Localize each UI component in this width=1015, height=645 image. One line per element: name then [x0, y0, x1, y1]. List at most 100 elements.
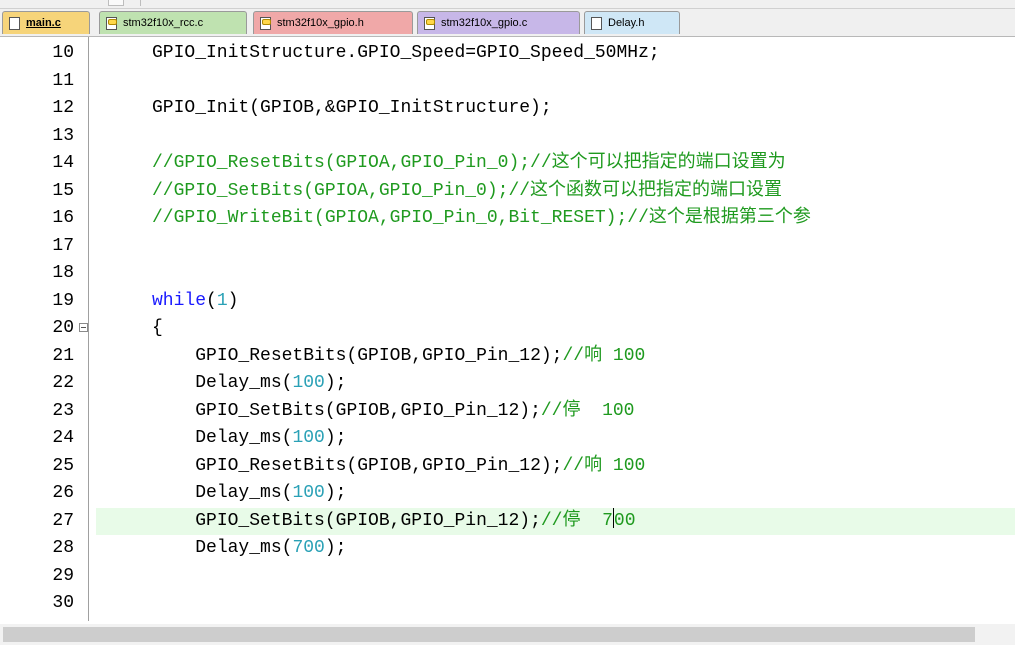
code-line[interactable]: 21 GPIO_ResetBits(GPIOB,GPIO_Pin_12);//响… [0, 343, 1015, 370]
scrollbar-thumb[interactable] [3, 627, 975, 642]
token-plain: Delay_ms( [195, 373, 293, 393]
code-line[interactable]: 29 [0, 563, 1015, 590]
code-line[interactable]: 11 [0, 68, 1015, 95]
code-line[interactable]: 20 { [0, 315, 1015, 342]
code-text[interactable]: GPIO_Init(GPIOB,&GPIO_InitStructure); [152, 95, 552, 122]
code-line[interactable]: 30 [0, 590, 1015, 617]
token-comment: 00 [613, 510, 636, 531]
line-number: 30 [52, 593, 74, 613]
line-number: 12 [52, 98, 74, 118]
code-line[interactable]: 10 GPIO_InitStructure.GPIO_Speed=GPIO_Spe… [0, 40, 1015, 67]
code-line[interactable]: 19 while(1) [0, 288, 1015, 315]
toolbar-edge [108, 0, 124, 6]
token-plain: ); [324, 483, 347, 503]
token-plain: GPIO_SetBits(GPIOB,GPIO_Pin_12); [195, 400, 541, 421]
horizontal-scrollbar[interactable] [0, 624, 1015, 645]
code-text[interactable]: { [152, 315, 163, 342]
line-number: 10 [52, 43, 74, 63]
code-text[interactable]: GPIO_SetBits(GPIOB,GPIO_Pin_12);//停 100 [152, 398, 635, 425]
code-text[interactable]: //GPIO_ResetBits(GPIOA,GPIO_Pin_0);//这个可… [152, 150, 786, 177]
code-text[interactable]: //GPIO_SetBits(GPIOA,GPIO_Pin_0);//这个函数可… [152, 178, 782, 205]
tab-label: stm32f10x_gpio.h [277, 17, 364, 29]
token-num: 100 [292, 428, 325, 448]
line-number: 13 [52, 125, 74, 146]
code-text[interactable]: Delay_ms(100); [152, 370, 346, 397]
token-plain: ); [324, 373, 347, 393]
tab-label: Delay.h [608, 17, 645, 29]
token-plain: Delay_ms( [195, 428, 293, 448]
code-line[interactable]: 18 [0, 260, 1015, 287]
code-text[interactable]: Delay_ms(100); [152, 425, 346, 452]
token-plain: GPIO_Init(GPIOB,&GPIO_InitStructure); [152, 98, 552, 118]
line-number: 20 [52, 318, 74, 338]
code-line[interactable]: 24 Delay_ms(100); [0, 425, 1015, 452]
code-line[interactable]: 28 Delay_ms(700); [0, 535, 1015, 562]
line-number: 26 [52, 483, 74, 503]
line-number: 15 [52, 180, 74, 201]
token-comment: //GPIO_WriteBit(GPIOA,GPIO_Pin_0,Bit_RES… [152, 208, 811, 228]
tab-stm32f10x-gpio-c[interactable]: stm32f10x_gpio.c [417, 11, 580, 34]
token-plain: GPIO_ResetBits(GPIOB,GPIO_Pin_12); [195, 345, 563, 366]
code-line[interactable]: 14 //GPIO_ResetBits(GPIOA,GPIO_Pin_0);//这… [0, 150, 1015, 177]
token-num: 100 [292, 483, 325, 503]
token-comment: //GPIO_SetBits(GPIOA,GPIO_Pin_0);//这个函数可… [152, 180, 783, 201]
code-text[interactable]: GPIO_SetBits(GPIOB,GPIO_Pin_12);//停 700 [152, 507, 636, 535]
code-line[interactable]: 12 GPIO_Init(GPIOB,&GPIO_InitStructure); [0, 95, 1015, 122]
file-icon [591, 16, 602, 30]
code-line[interactable]: 15 //GPIO_SetBits(GPIOA,GPIO_Pin_0);//这个函… [0, 178, 1015, 205]
key-file-icon [260, 16, 271, 30]
code-text[interactable]: //GPIO_WriteBit(GPIOA,GPIO_Pin_0,Bit_RES… [152, 205, 811, 232]
tab-stm32f10x-rcc-c[interactable]: stm32f10x_rcc.c [99, 11, 247, 34]
line-number: 28 [52, 538, 74, 558]
line-number: 24 [52, 428, 74, 448]
code-text[interactable]: Delay_ms(100); [152, 480, 346, 507]
line-number: 14 [52, 153, 74, 173]
token-comment: //停 100 [540, 400, 635, 421]
tab-main-c[interactable]: main.c [2, 11, 90, 34]
code-line[interactable]: 25 GPIO_ResetBits(GPIOB,GPIO_Pin_12);//响… [0, 453, 1015, 480]
line-number: 21 [52, 345, 74, 366]
code-text[interactable]: while(1) [152, 288, 238, 315]
token-comment: //GPIO_ResetBits(GPIOA,GPIO_Pin_0);//这个可… [152, 153, 786, 173]
line-number: 11 [52, 70, 74, 91]
token-comment: //响 100 [562, 455, 646, 476]
code-text[interactable]: GPIO_InitStructure.GPIO_Speed=GPIO_Speed… [152, 40, 660, 67]
tab-label: stm32f10x_rcc.c [123, 17, 204, 29]
tab-label: stm32f10x_gpio.c [441, 17, 528, 29]
code-line[interactable]: 26 Delay_ms(100); [0, 480, 1015, 507]
token-key: while [152, 290, 207, 311]
token-num: 700 [292, 538, 325, 558]
code-line[interactable]: 22 Delay_ms(100); [0, 370, 1015, 397]
token-plain: ); [324, 428, 347, 448]
token-plain: ); [324, 538, 347, 558]
line-number: 25 [52, 455, 74, 476]
tab-stm32f10x-gpio-h[interactable]: stm32f10x_gpio.h [253, 11, 413, 34]
fold-collapse-icon[interactable] [79, 323, 88, 332]
code-text[interactable]: GPIO_ResetBits(GPIOB,GPIO_Pin_12);//响 10… [152, 343, 645, 370]
code-text[interactable]: Delay_ms(700); [152, 535, 346, 562]
code-text[interactable]: GPIO_ResetBits(GPIOB,GPIO_Pin_12);//响 10… [152, 453, 645, 480]
line-number: 18 [52, 263, 74, 283]
token-plain: Delay_ms( [195, 483, 293, 503]
line-number: 19 [52, 290, 74, 311]
code-line[interactable]: 23 GPIO_SetBits(GPIOB,GPIO_Pin_12);//停 1… [0, 398, 1015, 425]
code-line[interactable]: 13 [0, 123, 1015, 150]
line-number: 22 [52, 373, 74, 393]
code-editor[interactable]: 10 GPIO_InitStructure.GPIO_Speed=GPIO_Spe… [0, 37, 1015, 621]
line-number: 27 [52, 510, 74, 531]
code-line[interactable]: 17 [0, 233, 1015, 260]
window-top-strip [0, 0, 1015, 9]
toolbar-separator [140, 0, 141, 6]
current-code-line[interactable]: 27 GPIO_SetBits(GPIOB,GPIO_Pin_12);//停 7… [0, 507, 1015, 535]
tab-delay-h[interactable]: Delay.h [584, 11, 680, 34]
code-line[interactable]: 16 //GPIO_WriteBit(GPIOA,GPIO_Pin_0,Bit_R… [0, 205, 1015, 232]
file-icon [9, 16, 20, 30]
tab-label: main.c [26, 17, 61, 29]
